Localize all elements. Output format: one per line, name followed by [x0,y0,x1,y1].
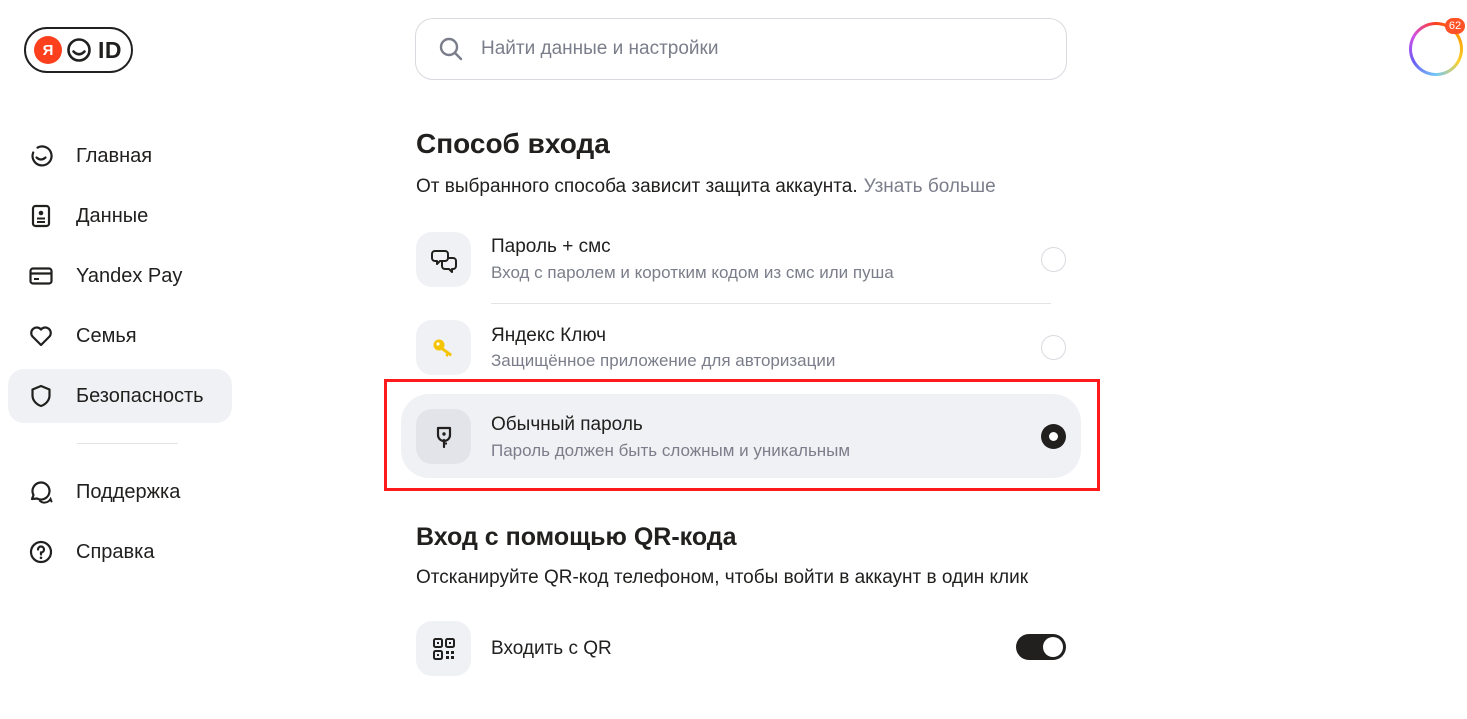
option-title: Пароль + смс [491,236,611,257]
qr-section-subtitle: Отсканируйте QR-код телефоном, чтобы вой… [416,567,1029,588]
qr-toggle-switch[interactable] [1016,634,1066,660]
logo-id-text: ID [98,36,122,63]
id-card-icon [31,204,51,228]
search-icon [439,37,463,61]
toggle-knob [1043,637,1063,657]
qr-code-icon [432,637,455,660]
home-icon [31,145,53,167]
sidebar-item-label: Данные [76,204,149,227]
qr-option-icon-box [416,621,471,676]
yandex-id-logo[interactable]: Я ID [24,27,133,73]
shield-icon [31,384,51,408]
learn-more-link[interactable]: Узнать больше [864,176,996,197]
qr-toggle-label: Входить с QR [491,638,612,659]
notification-badge: 62 [1445,18,1465,34]
sidebar-item-label: Поддержка [76,480,181,503]
sms-option-icon-box [416,232,471,287]
card-icon [29,267,53,285]
help-icon [29,540,53,564]
sms-option-radio[interactable] [1041,247,1066,272]
qr-section-title: Вход с помощью QR-кода [416,523,737,551]
highlight-box [384,379,1100,491]
heart-icon [30,326,52,347]
ya-logo-icon: Я [34,36,62,64]
sidebar-item-label: Yandex Pay [76,264,183,287]
chat-icon [30,481,53,504]
sidebar-item-security[interactable]: Безопасность [8,369,232,423]
login-method-subtitle-text: От выбранного способа зависит защита акк… [416,176,858,197]
sidebar-item-label: Безопасность [76,384,204,407]
sidebar-item-help[interactable]: Справка [8,525,232,579]
key-option-icon-box [416,320,471,375]
sidebar-item-label: Справка [76,540,155,563]
option-divider [491,303,1051,304]
option-description: Защищённое приложение для авторизации [491,351,836,370]
login-method-title: Способ входа [416,128,610,159]
key-option-radio[interactable] [1041,335,1066,360]
search-bar[interactable] [415,18,1067,80]
sms-icon [430,249,457,273]
login-method-subtitle: От выбранного способа зависит защита акк… [416,176,996,198]
sidebar-item-support[interactable]: Поддержка [8,465,232,519]
option-title: Яндекс Ключ [491,325,607,346]
sidebar-item-family[interactable]: Семья [8,309,232,363]
sidebar-item-label: Семья [76,324,137,347]
key-icon [433,339,452,357]
sidebar-item-yandex-pay[interactable]: Yandex Pay [8,249,232,303]
sidebar-divider [77,443,178,444]
sidebar-item-data[interactable]: Данные [8,189,232,243]
search-input[interactable] [481,38,1001,60]
sidebar-item-home[interactable]: Главная [8,129,232,183]
option-description: Вход с паролем и коротким кодом из смс и… [491,263,894,282]
smile-icon [67,38,91,62]
sidebar-item-label: Главная [76,144,153,167]
user-avatar[interactable]: 62 [1409,18,1465,76]
